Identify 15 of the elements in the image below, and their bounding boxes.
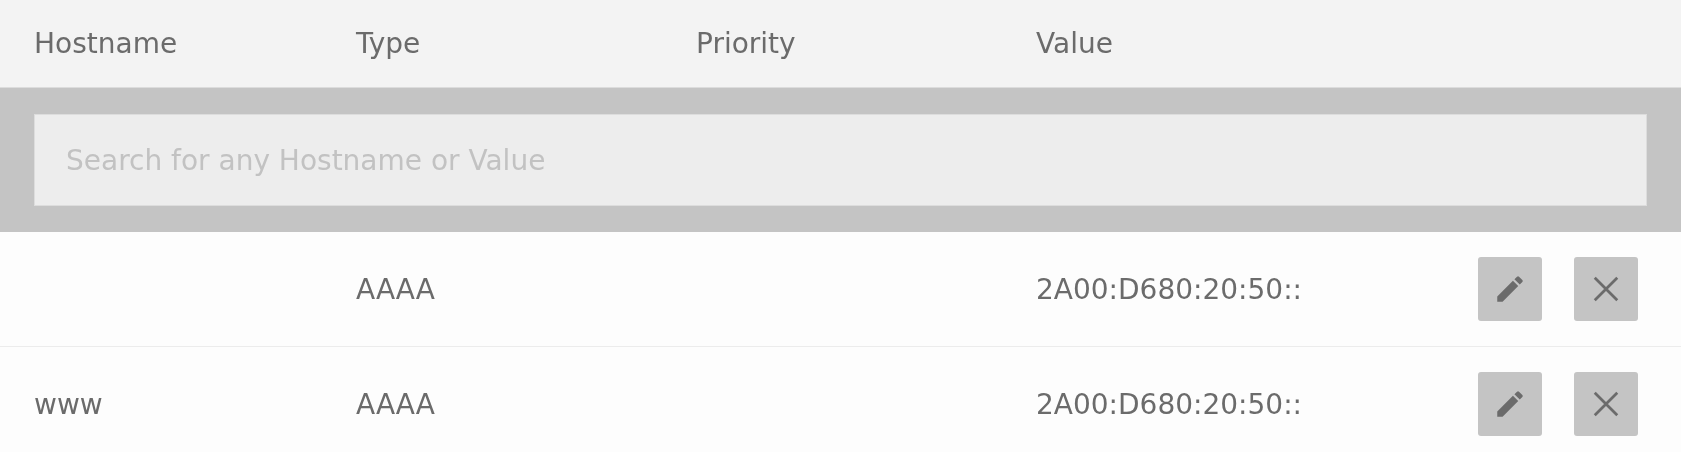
column-header: Priority	[696, 27, 797, 60]
delete-button[interactable]	[1574, 372, 1638, 436]
table-cell: AAAA	[356, 387, 435, 421]
delete-button[interactable]	[1574, 257, 1638, 321]
table-cell: 2A00:D680:20:50::	[1036, 272, 1303, 306]
edit-button[interactable]	[1478, 372, 1542, 436]
column-header: Hostname	[34, 27, 179, 60]
column-header: Value	[1036, 27, 1114, 60]
table-cell: AAAA	[356, 272, 435, 306]
table-cell: 2A00:D680:20:50::	[1036, 387, 1303, 421]
close-icon	[1591, 274, 1621, 304]
close-icon	[1591, 389, 1621, 419]
table-cell: www	[34, 387, 103, 421]
column-header: Type	[356, 27, 422, 60]
edit-button[interactable]	[1478, 257, 1542, 321]
